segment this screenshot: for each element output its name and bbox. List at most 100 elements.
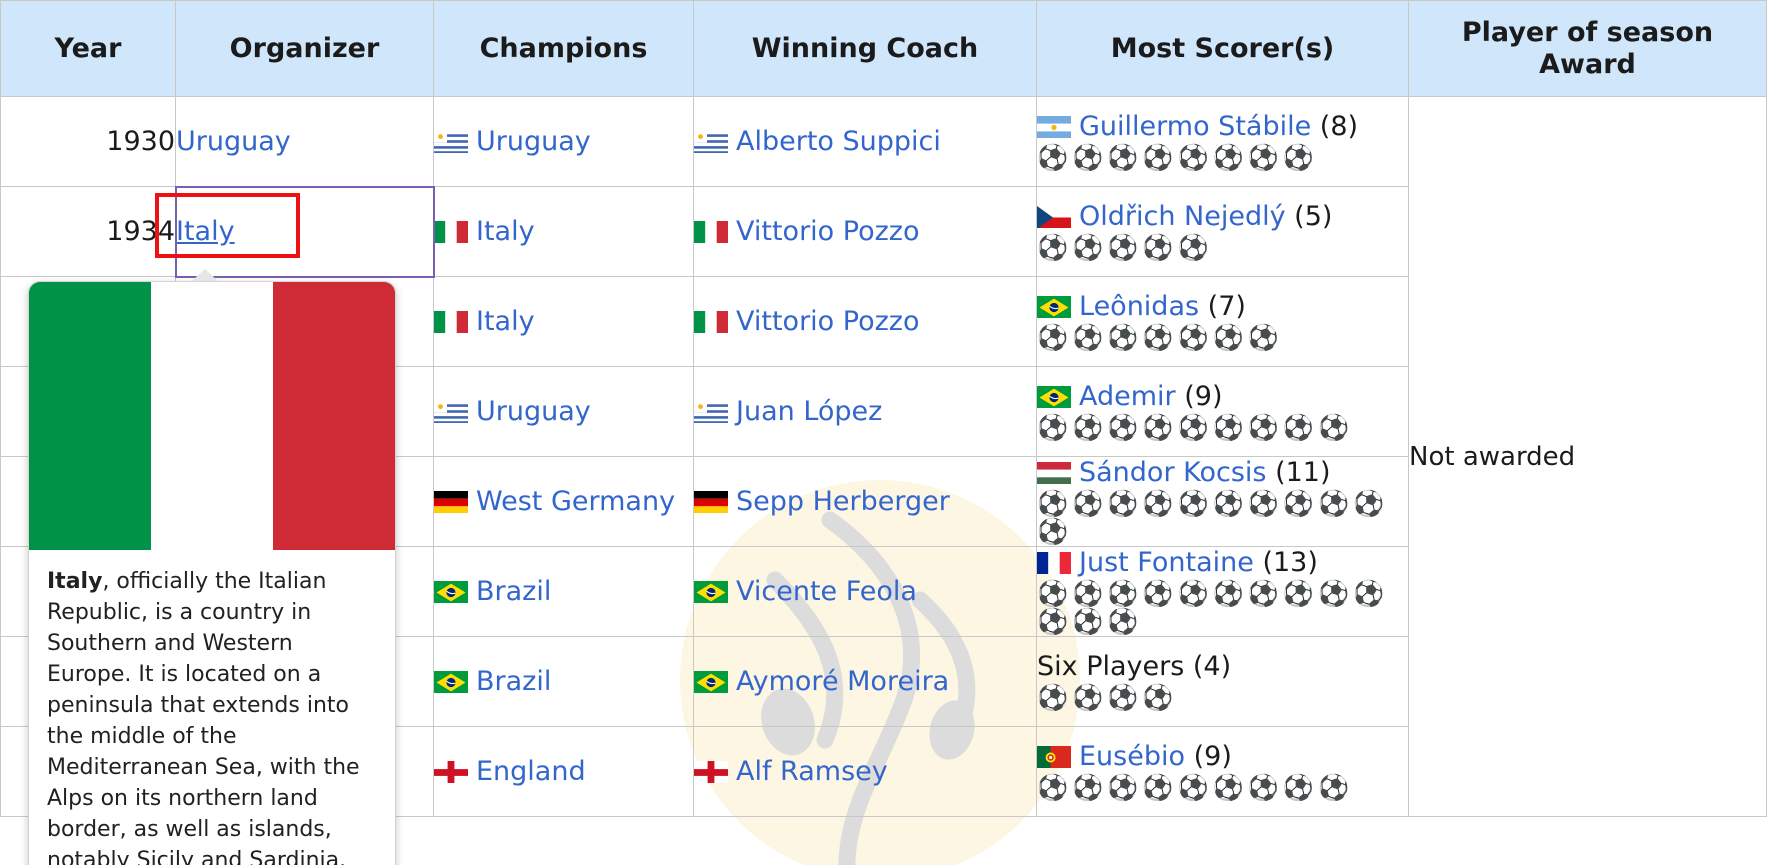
column-header-year[interactable]: Year bbox=[0, 0, 176, 97]
goal-ball-icons: ⚽⚽⚽⚽⚽⚽⚽⚽⚽⚽⚽⚽⚽ bbox=[1037, 579, 1389, 636]
italy-flag bbox=[694, 220, 728, 243]
coach-link[interactable]: Vittorio Pozzo bbox=[736, 306, 919, 337]
france-flag bbox=[1037, 551, 1071, 574]
cell-champions[interactable]: Italy bbox=[433, 276, 694, 367]
page-root: Year Organizer Champions Winning Coach M… bbox=[0, 0, 1768, 865]
italy-flag bbox=[434, 220, 468, 243]
cell-most-scorers[interactable]: Eusébio (9) ⚽⚽⚽⚽⚽⚽⚽⚽⚽ bbox=[1036, 726, 1409, 817]
cell-winning-coach[interactable]: Vittorio Pozzo bbox=[693, 276, 1037, 367]
scorer-goal-count: (7) bbox=[1207, 291, 1246, 322]
scorer-name-row: Guillermo Stábile (8) bbox=[1037, 111, 1408, 142]
scorer-link[interactable]: Ademir bbox=[1079, 381, 1176, 412]
coach-link[interactable]: Alf Ramsey bbox=[736, 756, 888, 787]
table-row: 1930 Uruguay Uruguay Alberto Suppici Guiller… bbox=[0, 96, 1767, 817]
portugal-flag bbox=[1037, 745, 1071, 768]
brazil-flag bbox=[694, 580, 728, 603]
scorer-link[interactable]: Eusébio bbox=[1079, 741, 1185, 772]
column-header-champions[interactable]: Champions bbox=[433, 0, 694, 97]
cell-most-scorers[interactable]: Leônidas (7) ⚽⚽⚽⚽⚽⚽⚽ bbox=[1036, 276, 1409, 367]
cell-champions[interactable]: Brazil bbox=[433, 636, 694, 727]
coach-link[interactable]: Vicente Feola bbox=[736, 576, 917, 607]
cell-winning-coach[interactable]: Vicente Feola bbox=[693, 546, 1037, 637]
scorer-link[interactable]: Leônidas bbox=[1079, 291, 1199, 322]
cell-most-scorers[interactable]: Ademir (9) ⚽⚽⚽⚽⚽⚽⚽⚽⚽ bbox=[1036, 366, 1409, 457]
cell-winning-coach[interactable]: Vittorio Pozzo bbox=[693, 186, 1037, 277]
champions-link[interactable]: England bbox=[476, 756, 586, 787]
cell-champions[interactable]: West Germany bbox=[433, 456, 694, 547]
champions-link[interactable]: West Germany bbox=[476, 486, 675, 517]
brazil-flag bbox=[694, 670, 728, 693]
champions-link[interactable]: Uruguay bbox=[476, 126, 591, 157]
column-header-most-scorers[interactable]: Most Scorer(s) bbox=[1036, 0, 1409, 97]
scorer-name-row: Just Fontaine (13) bbox=[1037, 547, 1408, 578]
scorer-link[interactable]: Just Fontaine bbox=[1079, 547, 1254, 578]
cell-most-scorers[interactable]: Guillermo Stábile (8) ⚽⚽⚽⚽⚽⚽⚽⚽ bbox=[1036, 96, 1409, 187]
scorer-goal-count: (9) bbox=[1184, 381, 1223, 412]
goal-ball-icons: ⚽⚽⚽⚽⚽⚽⚽ bbox=[1037, 323, 1283, 352]
coach-link[interactable]: Juan López bbox=[736, 396, 882, 427]
cell-champions[interactable]: Uruguay bbox=[433, 366, 694, 457]
champions-link[interactable]: Italy bbox=[476, 306, 535, 337]
champions-link[interactable]: Brazil bbox=[476, 576, 551, 607]
brazil-flag bbox=[434, 670, 468, 693]
champions-link[interactable]: Brazil bbox=[476, 666, 551, 697]
cell-winning-coach[interactable]: Alberto Suppici bbox=[693, 96, 1037, 187]
coach-link[interactable]: Alberto Suppici bbox=[736, 126, 941, 157]
scorer-name-row: Oldřich Nejedlý (5) bbox=[1037, 201, 1408, 232]
uruguay-flag bbox=[434, 400, 468, 423]
uruguay-flag bbox=[694, 400, 728, 423]
cell-most-scorers[interactable]: Just Fontaine (13) ⚽⚽⚽⚽⚽⚽⚽⚽⚽⚽⚽⚽⚽ bbox=[1036, 546, 1409, 637]
coach-link[interactable]: Aymoré Moreira bbox=[736, 666, 949, 697]
cell-winning-coach[interactable]: Juan López bbox=[693, 366, 1037, 457]
cell-winning-coach[interactable]: Alf Ramsey bbox=[693, 726, 1037, 817]
champions-link[interactable]: Italy bbox=[476, 216, 535, 247]
preview-text: Italy, officially the Italian Republic, … bbox=[29, 550, 395, 865]
cell-player-of-season-award: Not awarded bbox=[1408, 96, 1767, 817]
goal-ball-icons: ⚽⚽⚽⚽ bbox=[1037, 683, 1178, 712]
cell-champions[interactable]: Italy bbox=[433, 186, 694, 277]
cell-organizer[interactable]: Uruguay bbox=[175, 96, 434, 187]
cell-champions[interactable]: Brazil bbox=[433, 546, 694, 637]
coach-link[interactable]: Vittorio Pozzo bbox=[736, 216, 919, 247]
champions-link[interactable]: Uruguay bbox=[476, 396, 591, 427]
cell-most-scorers[interactable]: Oldřich Nejedlý (5) ⚽⚽⚽⚽⚽ bbox=[1036, 186, 1409, 277]
italy-flag bbox=[694, 310, 728, 333]
uruguay-flag bbox=[694, 130, 728, 153]
organizer-link[interactable]: Italy bbox=[176, 216, 235, 247]
organizer-link[interactable]: Uruguay bbox=[176, 126, 291, 157]
england-flag bbox=[694, 760, 728, 783]
goal-ball-icons: ⚽⚽⚽⚽⚽ bbox=[1037, 233, 1213, 262]
brazil-flag bbox=[1037, 385, 1071, 408]
cell-most-scorers[interactable]: Sándor Kocsis (11) ⚽⚽⚽⚽⚽⚽⚽⚽⚽⚽⚽ bbox=[1036, 456, 1409, 547]
west-germany-flag bbox=[694, 490, 728, 513]
cell-champions[interactable]: Uruguay bbox=[433, 96, 694, 187]
scorer-goal-count: (5) bbox=[1294, 201, 1333, 232]
goal-ball-icons: ⚽⚽⚽⚽⚽⚽⚽⚽⚽⚽⚽ bbox=[1037, 489, 1389, 546]
brazil-flag bbox=[434, 580, 468, 603]
link-preview-popup: Italy, officially the Italian Republic, … bbox=[28, 280, 396, 865]
column-header-player-of-season-award[interactable]: Player of season Award bbox=[1408, 0, 1767, 97]
column-header-winning-coach[interactable]: Winning Coach bbox=[693, 0, 1037, 97]
cell-most-scorers[interactable]: Six Players (4) ⚽⚽⚽⚽ bbox=[1036, 636, 1409, 727]
scorer-goal-count: (13) bbox=[1262, 547, 1318, 578]
scorer-name-row: Leônidas (7) bbox=[1037, 291, 1408, 322]
coach-link[interactable]: Sepp Herberger bbox=[736, 486, 950, 517]
scorer-goal-count: (9) bbox=[1193, 741, 1232, 772]
england-flag bbox=[434, 760, 468, 783]
scorer-goal-count: (8) bbox=[1319, 111, 1359, 142]
goal-ball-icons: ⚽⚽⚽⚽⚽⚽⚽⚽ bbox=[1037, 143, 1319, 172]
cell-champions[interactable]: England bbox=[433, 726, 694, 817]
uruguay-flag bbox=[434, 130, 468, 153]
cell-organizer[interactable]: Italy bbox=[175, 186, 434, 277]
scorer-name-row: Eusébio (9) bbox=[1037, 741, 1408, 772]
cell-year: 1930 bbox=[0, 96, 176, 187]
scorer-link[interactable]: Oldřich Nejedlý bbox=[1079, 201, 1286, 232]
scorer-goal-count: (4) bbox=[1192, 651, 1232, 682]
cell-winning-coach[interactable]: Aymoré Moreira bbox=[693, 636, 1037, 727]
scorer-link[interactable]: Sándor Kocsis bbox=[1079, 457, 1267, 488]
column-header-organizer[interactable]: Organizer bbox=[175, 0, 434, 97]
scorer-link[interactable]: Guillermo Stábile bbox=[1079, 111, 1311, 142]
scorer-goal-count: (11) bbox=[1275, 457, 1331, 488]
cell-winning-coach[interactable]: Sepp Herberger bbox=[693, 456, 1037, 547]
czechoslovakia-flag bbox=[1037, 205, 1071, 228]
